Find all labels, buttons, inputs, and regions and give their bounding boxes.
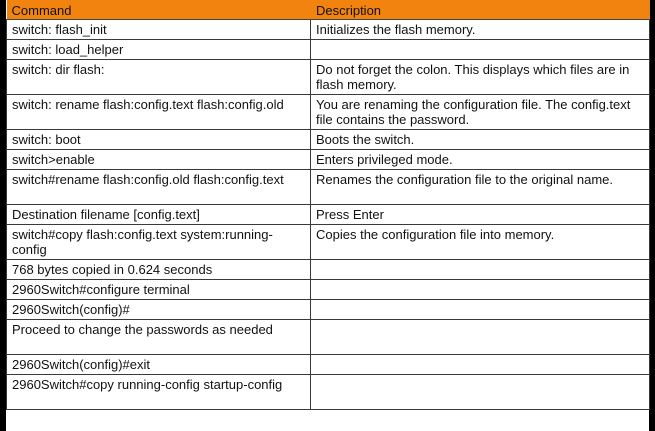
command-cell: switch: load_helper	[6, 39, 311, 60]
header-command: Command	[6, 0, 311, 20]
command-table: Command Description switch: flash_init I…	[6, 0, 650, 410]
header-description: Description	[310, 0, 650, 20]
description-cell: Press Enter	[310, 204, 650, 225]
description-cell	[310, 354, 650, 375]
description-cell: Do not forget the colon. This displays w…	[310, 59, 650, 95]
table-row: 768 bytes copied in 0.624 seconds	[6, 259, 650, 280]
command-cell: switch#rename flash:config.old flash:con…	[6, 169, 311, 205]
description-cell: Initializes the flash memory.	[310, 19, 650, 40]
command-cell: switch: flash_init	[6, 19, 311, 40]
description-cell: Boots the switch.	[310, 129, 650, 150]
description-cell: Enters privileged mode.	[310, 149, 650, 170]
command-cell: 2960Switch(config)#exit	[6, 354, 311, 375]
table-row: switch: boot Boots the switch.	[6, 129, 650, 150]
table-row: 2960Switch#configure terminal	[6, 279, 650, 300]
command-cell: switch: dir flash:	[6, 59, 311, 95]
table-row: Proceed to change the passwords as neede…	[6, 319, 650, 355]
description-cell	[310, 279, 650, 300]
table-row: Destination filename [config.text] Press…	[6, 204, 650, 225]
table-row: switch: load_helper	[6, 39, 650, 60]
command-cell: 2960Switch(config)#	[6, 299, 311, 320]
description-cell: Copies the configuration file into memor…	[310, 224, 650, 260]
command-cell: 768 bytes copied in 0.624 seconds	[6, 259, 311, 280]
table-row: switch: rename flash:config.text flash:c…	[6, 94, 650, 130]
table-row: switch: flash_init Initializes the flash…	[6, 19, 650, 40]
description-cell	[310, 299, 650, 320]
description-cell: You are renaming the configuration file.…	[310, 94, 650, 130]
description-cell: Renames the configuration file to the or…	[310, 169, 650, 205]
table-row: switch#copy flash:config.text system:run…	[6, 224, 650, 260]
description-cell	[310, 39, 650, 60]
command-cell: switch>enable	[6, 149, 311, 170]
table-row: 2960Switch(config)#	[6, 299, 650, 320]
table-row: 2960Switch#copy running-config startup-c…	[6, 374, 650, 410]
command-cell: switch#copy flash:config.text system:run…	[6, 224, 311, 260]
table-row: switch: dir flash: Do not forget the col…	[6, 59, 650, 95]
table-row: 2960Switch(config)#exit	[6, 354, 650, 375]
description-cell	[310, 374, 650, 410]
command-cell: 2960Switch#configure terminal	[6, 279, 311, 300]
command-cell: Destination filename [config.text]	[6, 204, 311, 225]
table-header-row: Command Description	[6, 0, 650, 20]
command-cell: switch: rename flash:config.text flash:c…	[6, 94, 311, 130]
command-cell: 2960Switch#copy running-config startup-c…	[6, 374, 311, 410]
table-container: Command Description switch: flash_init I…	[6, 0, 650, 431]
command-cell: Proceed to change the passwords as neede…	[6, 319, 311, 355]
description-cell	[310, 259, 650, 280]
command-cell: switch: boot	[6, 129, 311, 150]
description-cell	[310, 319, 650, 355]
table-row: switch>enable Enters privileged mode.	[6, 149, 650, 170]
table-row: switch#rename flash:config.old flash:con…	[6, 169, 650, 205]
